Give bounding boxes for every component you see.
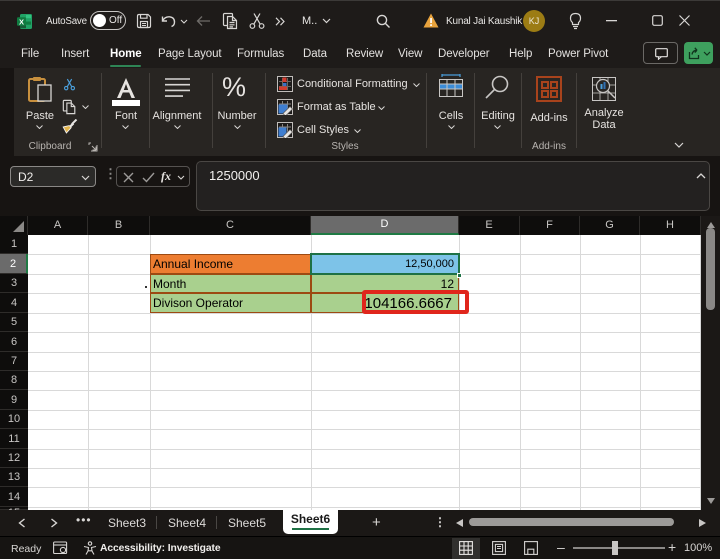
- svg-text:X: X: [19, 17, 24, 26]
